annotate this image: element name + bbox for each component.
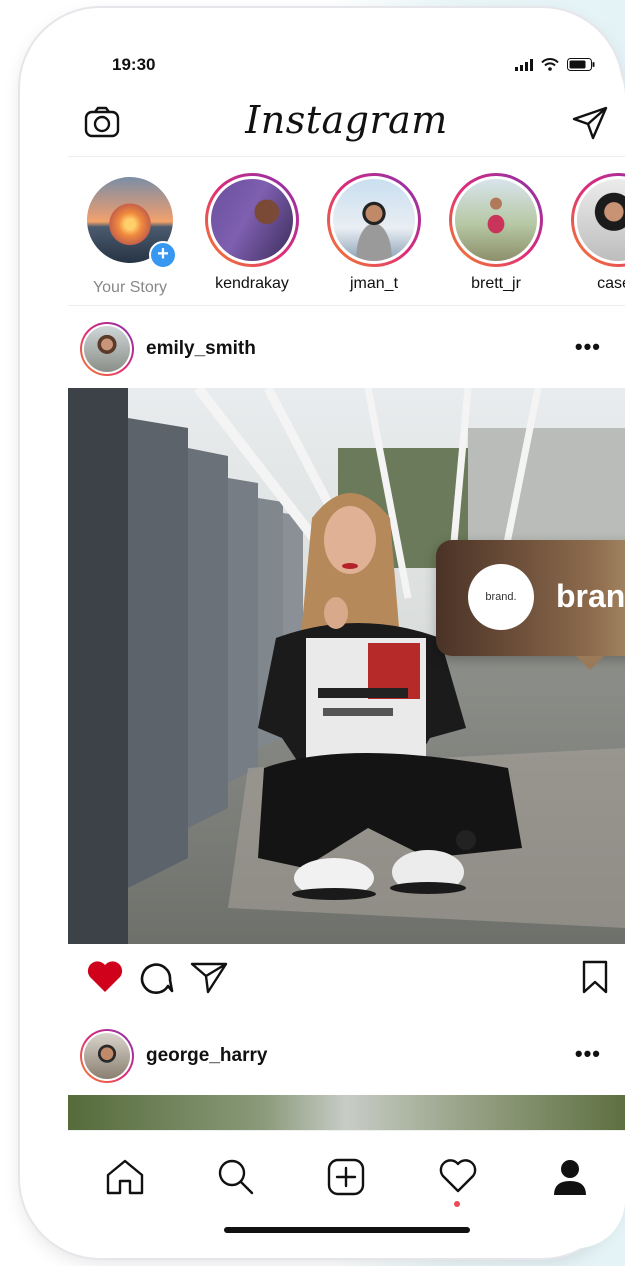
- story-label: jman_t: [349, 275, 399, 292]
- post-header: george_harry •••: [68, 1017, 625, 1095]
- add-story-plus-icon[interactable]: +: [149, 241, 177, 269]
- story-brett-jr[interactable]: brett_jr: [448, 173, 544, 293]
- share-icon[interactable]: [190, 960, 228, 994]
- story-kendrakay[interactable]: kendrakay: [204, 173, 300, 293]
- brett-jr-avatar: [455, 179, 537, 261]
- like-heart-icon[interactable]: [86, 960, 124, 994]
- post-username[interactable]: george_harry: [146, 1045, 267, 1067]
- post-actions: [68, 944, 625, 1014]
- story-jman-t[interactable]: jman_t: [326, 173, 422, 293]
- profile-icon[interactable]: [552, 1157, 588, 1197]
- paper-plane-icon[interactable]: [571, 106, 609, 145]
- phone-frame: 19:30 Instagram + Your Story kendrakay j…: [20, 8, 625, 1258]
- story-label: casey: [597, 275, 625, 292]
- stories-row: + Your Story kendrakay jman_t brett_jr c…: [68, 157, 625, 306]
- app-logo: Instagram: [245, 98, 448, 142]
- add-post-icon[interactable]: [326, 1157, 366, 1197]
- story-label: kendrakay: [215, 275, 289, 292]
- post-header: emily_smith •••: [68, 310, 625, 388]
- activity-heart-icon[interactable]: [438, 1157, 478, 1195]
- post-avatar[interactable]: [80, 322, 134, 376]
- post-photo[interactable]: [68, 1095, 625, 1135]
- signal-icon: [515, 58, 533, 71]
- kendrakay-avatar: [211, 179, 293, 261]
- status-time: 19:30: [112, 55, 156, 74]
- post-photo-illustration: [68, 388, 625, 944]
- bottom-nav: [68, 1130, 625, 1248]
- brand-logo: brand.: [468, 564, 534, 630]
- post-photo[interactable]: [68, 388, 625, 944]
- post-avatar[interactable]: [80, 1029, 134, 1083]
- wifi-icon: [541, 58, 559, 71]
- battery-icon: [567, 58, 595, 71]
- story-your-story[interactable]: + Your Story: [82, 173, 178, 297]
- notification-dot: [454, 1201, 460, 1207]
- post-username[interactable]: emily_smith: [146, 338, 256, 360]
- home-indicator[interactable]: [224, 1227, 470, 1233]
- bookmark-icon[interactable]: [581, 960, 609, 994]
- brand-name: brand: [556, 578, 625, 614]
- more-options-icon[interactable]: •••: [575, 334, 601, 360]
- search-icon[interactable]: [216, 1157, 256, 1197]
- product-tag[interactable]: brand. brand: [436, 540, 625, 670]
- story-casey[interactable]: casey: [570, 173, 625, 293]
- app-screen: 19:30 Instagram + Your Story kendrakay j…: [68, 40, 625, 1248]
- comment-icon[interactable]: [140, 960, 174, 994]
- status-bar: 19:30: [68, 40, 625, 92]
- status-icons: [515, 58, 595, 71]
- jman-t-avatar: [333, 179, 415, 261]
- top-bar: Instagram: [68, 92, 625, 157]
- home-icon[interactable]: [104, 1157, 146, 1197]
- story-label: brett_jr: [471, 275, 521, 292]
- story-label: Your Story: [92, 279, 168, 296]
- more-options-icon[interactable]: •••: [575, 1041, 601, 1067]
- casey-avatar: [577, 179, 625, 261]
